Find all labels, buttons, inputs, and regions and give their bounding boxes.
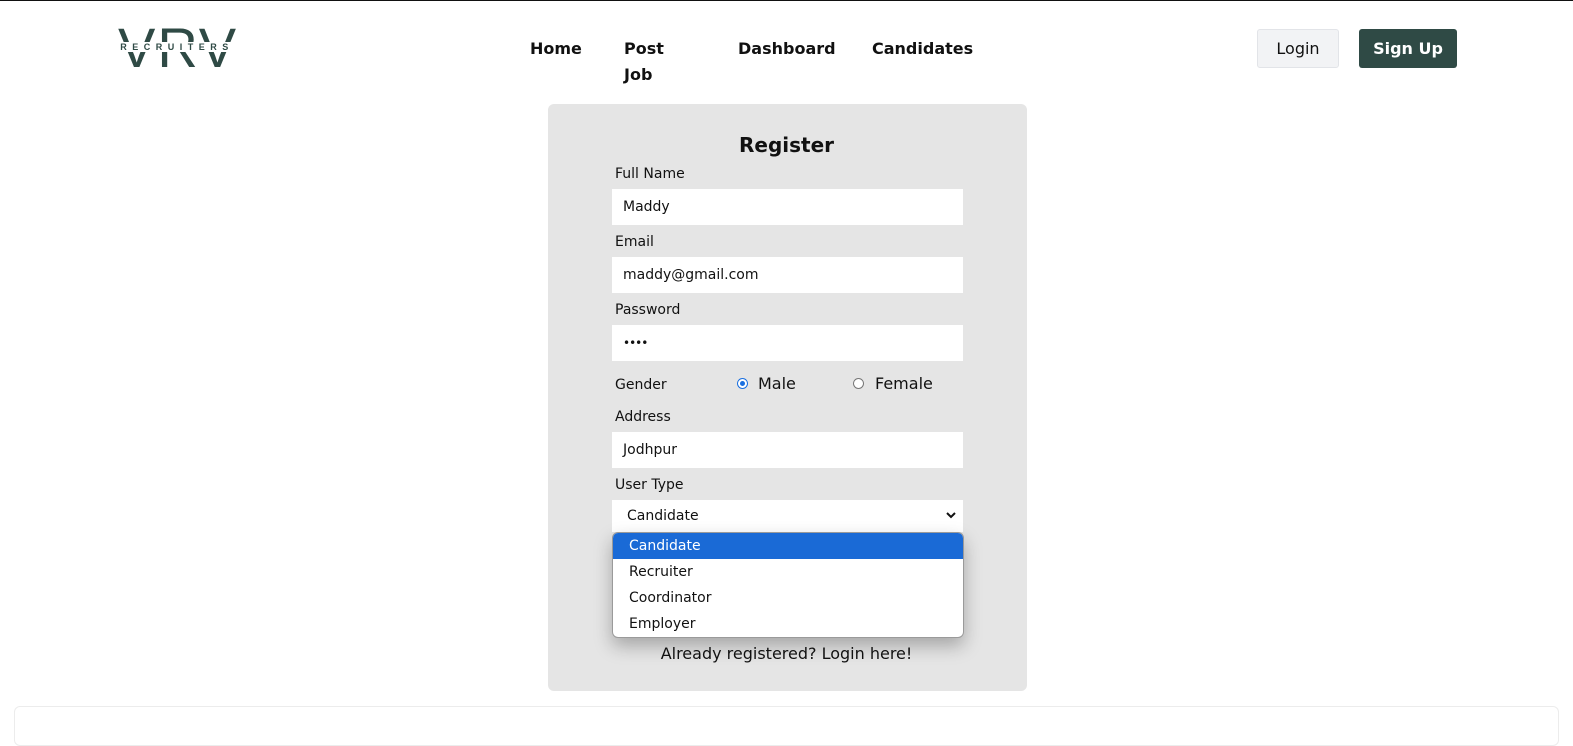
email-input[interactable]: maddy@gmail.com	[612, 257, 963, 293]
logo-sub-text: RECRUITERS	[118, 42, 236, 52]
login-here-link[interactable]: Already registered? Login here!	[0, 644, 1573, 663]
gender-female-label[interactable]: Female	[875, 374, 933, 393]
nav-link-home[interactable]: Home	[530, 36, 582, 62]
gender-male-label[interactable]: Male	[758, 374, 796, 393]
user-type-option-candidate[interactable]: Candidate	[613, 533, 963, 559]
full-name-label: Full Name	[615, 166, 685, 182]
user-type-option-coordinator[interactable]: Coordinator	[613, 585, 963, 611]
login-button[interactable]: Login	[1257, 29, 1339, 68]
gender-male-radio[interactable]	[737, 378, 748, 389]
site-header: VRV RECRUITERS Home Post Job Dashboard C…	[0, 0, 1573, 96]
user-type-option-employer[interactable]: Employer	[613, 611, 963, 637]
address-label: Address	[615, 409, 671, 425]
gender-label: Gender	[615, 377, 667, 393]
user-type-dropdown: Candidate Recruiter Coordinator Employer	[612, 532, 964, 638]
nav-link-candidates[interactable]: Candidates	[872, 36, 973, 62]
nav-link-dashboard[interactable]: Dashboard	[738, 36, 836, 62]
password-input[interactable]: ••••	[612, 325, 963, 361]
chevron-down-icon	[946, 512, 956, 519]
gender-female-radio[interactable]	[853, 378, 864, 389]
nav-link-post-job[interactable]: Post Job	[624, 36, 664, 88]
user-type-select[interactable]: Candidate	[612, 500, 963, 532]
footer-container	[14, 706, 1559, 746]
brand-logo[interactable]: VRV RECRUITERS	[118, 20, 236, 76]
register-title: Register	[738, 133, 835, 157]
email-label: Email	[615, 234, 654, 250]
full-name-input[interactable]: Maddy	[612, 189, 963, 225]
sign-up-button[interactable]: Sign Up	[1359, 29, 1457, 68]
password-label: Password	[615, 302, 681, 318]
address-input[interactable]: Jodhpur	[612, 432, 963, 468]
user-type-label: User Type	[615, 477, 684, 493]
user-type-option-recruiter[interactable]: Recruiter	[613, 559, 963, 585]
user-type-selected-value: Candidate	[627, 508, 699, 524]
